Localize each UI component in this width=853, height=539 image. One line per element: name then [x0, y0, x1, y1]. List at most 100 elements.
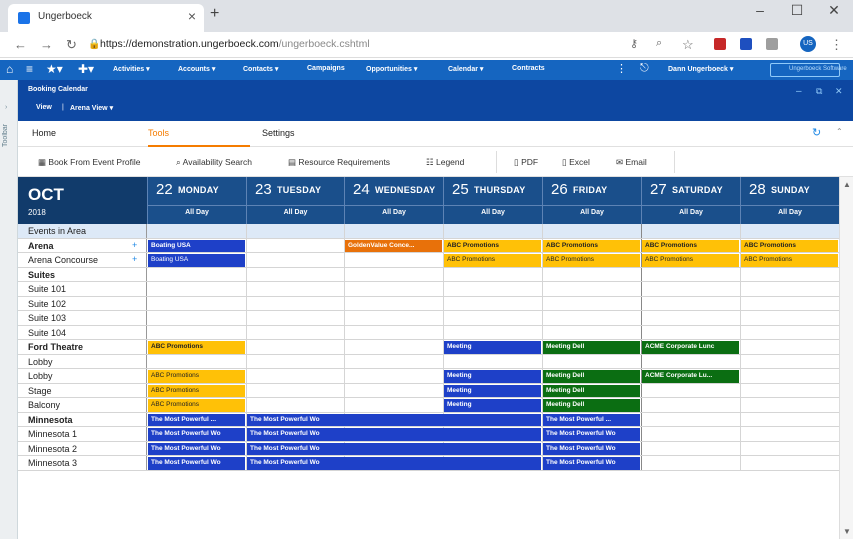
excel-button[interactable]: ▯ Excel [562, 157, 590, 168]
booking-event[interactable]: ABC Promotions [543, 254, 640, 267]
resource-label[interactable]: Arena [18, 238, 147, 252]
day-column-header[interactable]: 28 SUNDAY All Day [740, 177, 839, 224]
booking-event[interactable]: Meeting Dell [543, 399, 640, 412]
booking-event[interactable]: Meeting [444, 341, 541, 354]
booking-event[interactable]: ABC Promotions [148, 399, 245, 412]
resource-label[interactable]: Minnesota 1 [18, 427, 147, 441]
nav-calendar[interactable]: Calendar ▾ [448, 65, 483, 73]
booking-event[interactable]: Meeting Dell [543, 370, 640, 383]
day-column-header[interactable]: 27 SATURDAY All Day [641, 177, 740, 224]
add-icon[interactable]: ✚▾ [78, 62, 94, 76]
booking-event[interactable]: ABC Promotions [148, 384, 245, 397]
booking-event[interactable]: The Most Powerful Wo [543, 428, 640, 441]
toolbar-sidebar[interactable]: › Toolbar [0, 80, 18, 539]
resource-label[interactable]: Lobby [18, 354, 147, 368]
booking-event[interactable]: ABC Promotions [148, 341, 245, 354]
resource-label[interactable]: Suite 103 [18, 311, 147, 325]
key-icon[interactable]: ⚷ [630, 37, 638, 50]
extension-icon[interactable] [740, 38, 752, 50]
user-account-icon[interactable]: ⎋ [640, 62, 649, 75]
tab-tools[interactable]: Tools [148, 128, 169, 138]
book-from-event-profile-button[interactable]: ▦ Book From Event Profile [38, 157, 141, 168]
booking-event[interactable]: Meeting Dell [543, 384, 640, 397]
booking-event[interactable]: GoldenValue Conce... [345, 239, 442, 252]
add-booking-icon[interactable]: + [132, 240, 137, 250]
booking-event[interactable]: The Most Powerful Wo [247, 457, 541, 470]
tab-settings[interactable]: Settings [262, 128, 295, 138]
nav-opportunities[interactable]: Opportunities ▾ [366, 65, 417, 73]
booking-event[interactable]: The Most Powerful Wo [247, 413, 541, 426]
arena-view-menu[interactable]: Arena View ▾ [70, 104, 113, 112]
close-tab-icon[interactable]: × [188, 8, 196, 24]
close-window-icon[interactable]: ✕ [819, 2, 849, 19]
booking-event[interactable]: ABC Promotions [543, 239, 640, 252]
zoom-icon[interactable]: ⌕ [656, 37, 662, 50]
scroll-up-icon[interactable]: ▲ [843, 180, 851, 189]
booking-event[interactable]: ABC Promotions [741, 254, 838, 267]
booking-event[interactable]: ABC Promotions [741, 239, 838, 252]
close-panel-icon[interactable]: ✕ [835, 86, 843, 97]
add-booking-icon[interactable]: + [132, 254, 137, 264]
scroll-down-icon[interactable]: ▼ [843, 527, 851, 536]
pdf-button[interactable]: ▯ PDF [514, 157, 538, 168]
expand-icon[interactable]: › [5, 104, 7, 111]
collapse-icon[interactable]: ⌃ [836, 127, 843, 136]
forward-icon[interactable]: → [40, 37, 53, 52]
browser-tab[interactable]: Ungerboeck × [8, 4, 204, 32]
vertical-scrollbar[interactable]: ▲ ▼ [839, 177, 853, 539]
refresh-icon[interactable]: ↻ [812, 126, 821, 139]
booking-event[interactable]: Boating USA [148, 239, 245, 252]
profile-avatar[interactable]: US [800, 36, 816, 52]
popout-icon[interactable]: ⧉ [816, 86, 822, 97]
nav-contacts[interactable]: Contacts ▾ [243, 65, 278, 73]
url-field[interactable]: https://demonstration.ungerboeck.com/ung… [100, 38, 370, 50]
booking-event[interactable]: The Most Powerful Wo [247, 428, 541, 441]
resource-label[interactable]: Ford Theatre [18, 340, 147, 354]
resource-label[interactable]: Arena Concourse [18, 253, 147, 267]
home-icon[interactable]: ⌂ [6, 62, 13, 76]
back-icon[interactable]: ← [14, 37, 27, 52]
pdf-extension-icon[interactable] [714, 38, 726, 50]
booking-event[interactable]: The Most Powerful ... [543, 413, 640, 426]
bookmark-star-icon[interactable]: ☆ [682, 37, 694, 53]
booking-event[interactable]: Meeting Dell [543, 341, 640, 354]
booking-event[interactable]: ABC Promotions [444, 239, 541, 252]
day-column-header[interactable]: 25 THURSDAY All Day [443, 177, 542, 224]
minimize-icon[interactable]: – [745, 2, 775, 18]
resource-label[interactable]: Lobby [18, 369, 147, 383]
resource-label[interactable]: Suite 104 [18, 325, 147, 339]
new-tab-icon[interactable]: + [210, 5, 219, 23]
resource-label[interactable]: Suites [18, 267, 147, 281]
booking-event[interactable]: ACME Corporate Lunc [642, 341, 739, 354]
day-column-header[interactable]: 26 FRIDAY All Day [542, 177, 641, 224]
resource-label[interactable]: Minnesota [18, 412, 147, 426]
booking-event[interactable]: Boating USA [148, 254, 245, 267]
email-button[interactable]: ✉ Email [616, 157, 647, 168]
resource-requirements-button[interactable]: ▤ Resource Requirements [288, 157, 390, 168]
user-menu[interactable]: Dann Ungerboeck ▾ [668, 65, 733, 73]
nav-contracts[interactable]: Contracts [512, 65, 545, 72]
favorites-star-icon[interactable]: ★▾ [46, 62, 63, 76]
reload-icon[interactable]: ↻ [66, 37, 77, 53]
booking-event[interactable]: Meeting [444, 384, 541, 397]
booking-event[interactable]: The Most Powerful Wo [247, 442, 541, 455]
day-column-header[interactable]: 23 TUESDAY All Day [246, 177, 344, 224]
nav-activities[interactable]: Activities ▾ [113, 65, 150, 73]
tab-home[interactable]: Home [32, 128, 56, 138]
availability-search-button[interactable]: ⌕ Availability Search [176, 157, 252, 168]
resource-label[interactable]: Balcony [18, 398, 147, 412]
maximize-icon[interactable]: ☐ [782, 2, 812, 19]
resource-label[interactable]: Minnesota 2 [18, 441, 147, 455]
booking-event[interactable]: The Most Powerful Wo [148, 442, 245, 455]
hamburger-icon[interactable]: ≡ [26, 62, 33, 76]
booking-event[interactable]: ABC Promotions [642, 254, 739, 267]
legend-button[interactable]: ☷ Legend [426, 157, 464, 168]
booking-event[interactable]: ACME Corporate Lu... [642, 370, 739, 383]
booking-event[interactable]: The Most Powerful Wo [543, 457, 640, 470]
menu-kebab-icon[interactable]: ⋮ [830, 37, 843, 53]
booking-event[interactable]: ABC Promotions [642, 239, 739, 252]
booking-event[interactable]: The Most Powerful Wo [148, 428, 245, 441]
resource-label[interactable]: Stage [18, 383, 147, 397]
booking-event[interactable]: ABC Promotions [148, 370, 245, 383]
booking-event[interactable]: The Most Powerful ... [148, 413, 245, 426]
